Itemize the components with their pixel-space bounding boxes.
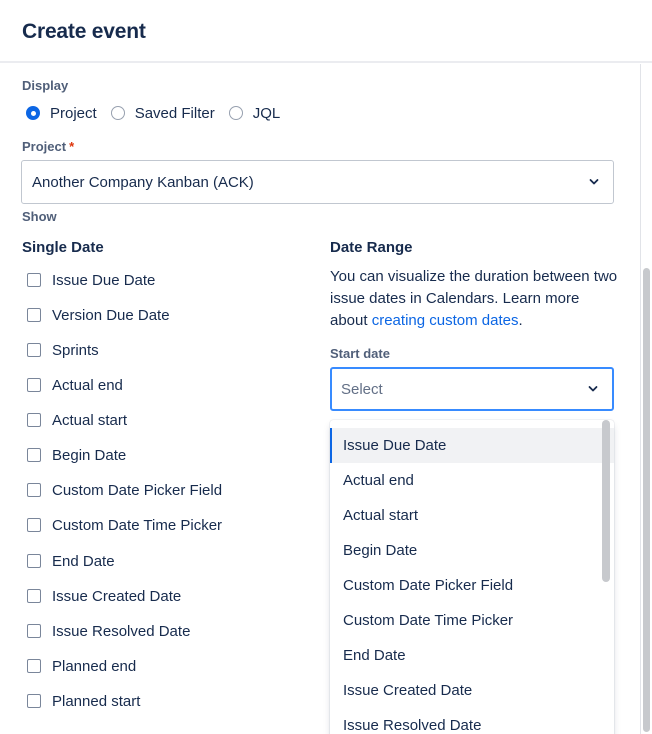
checkbox-label: Issue Due Date xyxy=(52,271,156,289)
checkbox-label: Actual start xyxy=(52,411,128,429)
dropdown-option[interactable]: Actual end xyxy=(330,463,614,498)
single-date-item[interactable]: Custom Date Picker Field xyxy=(27,480,222,500)
single-date-item[interactable]: Planned start xyxy=(27,691,140,711)
checkbox[interactable] xyxy=(27,659,41,673)
radio-saved-filter[interactable] xyxy=(110,106,125,120)
radio-project[interactable] xyxy=(26,106,40,120)
radio-option-jql[interactable]: JQL xyxy=(228,104,281,122)
dropdown-option[interactable]: Begin Date xyxy=(330,533,614,568)
description-period: . xyxy=(518,312,523,329)
checkbox[interactable] xyxy=(27,554,41,568)
dropdown-scrollbar-thumb[interactable] xyxy=(602,420,610,582)
start-date-label: Start date xyxy=(330,346,390,361)
radio-label-project: Project xyxy=(50,104,97,122)
single-date-item[interactable]: Planned end xyxy=(27,656,136,676)
project-select[interactable]: Another Company Kanban (ACK) xyxy=(21,160,614,204)
show-label: Show xyxy=(22,209,57,224)
single-date-item[interactable]: Version Due Date xyxy=(27,305,170,325)
project-label-text: Project xyxy=(22,139,67,154)
single-date-item[interactable]: Actual start xyxy=(27,410,127,430)
dropdown-option[interactable]: Custom Date Picker Field xyxy=(330,568,614,603)
dropdown-option[interactable]: Issue Resolved Date xyxy=(330,708,614,734)
checkbox[interactable] xyxy=(27,624,41,638)
checkbox-label: Planned start xyxy=(52,692,141,710)
dialog-title: Create event xyxy=(22,20,146,43)
radio-label-saved-filter: Saved Filter xyxy=(134,104,215,122)
start-date-dropdown-menu: Issue Due Date Actual end Actual start B… xyxy=(330,420,614,734)
checkbox[interactable] xyxy=(27,378,41,392)
single-date-item[interactable]: Actual end xyxy=(27,375,123,395)
checkbox[interactable] xyxy=(27,273,41,287)
checkbox-label: Sprints xyxy=(52,341,99,359)
radio-label-jql: JQL xyxy=(252,104,281,122)
dropdown-option[interactable]: Issue Created Date xyxy=(330,673,614,708)
single-date-item[interactable]: Begin Date xyxy=(27,445,126,465)
dialog-scrollbar-thumb[interactable] xyxy=(643,268,650,732)
single-date-heading: Single Date xyxy=(22,239,104,256)
checkbox-label: Planned end xyxy=(52,657,137,675)
dropdown-option[interactable]: End Date xyxy=(330,638,614,673)
checkbox[interactable] xyxy=(27,694,41,708)
checkbox-label: Begin Date xyxy=(52,446,127,464)
dropdown-option[interactable]: Actual start xyxy=(330,498,614,533)
checkbox-label: Issue Resolved Date xyxy=(52,622,191,640)
single-date-item[interactable]: Issue Due Date xyxy=(27,270,155,290)
creating-custom-dates-link[interactable]: creating custom dates xyxy=(372,312,519,329)
radio-jql[interactable] xyxy=(228,106,243,120)
display-label: Display xyxy=(22,78,69,93)
checkbox[interactable] xyxy=(27,413,41,427)
checkbox-label: Actual end xyxy=(52,376,123,394)
date-range-description: You can visualize the duration between t… xyxy=(330,266,620,332)
single-date-item[interactable]: Issue Resolved Date xyxy=(27,621,190,641)
single-date-item[interactable]: Sprints xyxy=(27,340,99,360)
dialog-header: Create event xyxy=(0,0,652,63)
chevron-down-icon xyxy=(588,386,598,392)
dialog-body: Display Project Saved Filter JQL Project… xyxy=(0,64,640,734)
date-range-heading: Date Range xyxy=(330,239,413,256)
dropdown-option[interactable]: Issue Due Date xyxy=(330,428,614,463)
required-marker: * xyxy=(69,139,75,154)
checkbox[interactable] xyxy=(27,483,41,497)
checkbox[interactable] xyxy=(27,518,41,532)
dropdown-scrollbar[interactable] xyxy=(602,420,610,734)
dropdown-option-list: Issue Due Date Actual end Actual start B… xyxy=(330,420,614,734)
start-date-placeholder: Select xyxy=(341,380,383,398)
checkbox[interactable] xyxy=(27,343,41,357)
project-label: Project * xyxy=(22,139,74,154)
checkbox-label: Version Due Date xyxy=(52,306,170,324)
checkbox[interactable] xyxy=(27,308,41,322)
dropdown-option[interactable]: Custom Date Time Picker xyxy=(330,603,614,638)
checkbox[interactable] xyxy=(27,448,41,462)
checkbox[interactable] xyxy=(27,589,41,603)
radio-option-project[interactable]: Project xyxy=(26,105,97,122)
single-date-item[interactable]: End Date xyxy=(27,551,115,571)
radio-option-saved-filter[interactable]: Saved Filter xyxy=(110,104,215,122)
single-date-item[interactable]: Custom Date Time Picker xyxy=(27,515,222,535)
start-date-select[interactable]: Select xyxy=(330,367,614,411)
checkbox-label: End Date xyxy=(52,552,115,570)
display-radio-group: Project Saved Filter JQL xyxy=(26,103,294,123)
checkbox-label: Custom Date Picker Field xyxy=(52,481,223,499)
checkbox-label: Custom Date Time Picker xyxy=(52,516,223,534)
dialog-scrollbar[interactable] xyxy=(640,64,652,734)
checkbox-label: Issue Created Date xyxy=(52,587,182,605)
chevron-down-icon xyxy=(589,179,599,185)
project-select-value: Another Company Kanban (ACK) xyxy=(32,173,254,191)
single-date-item[interactable]: Issue Created Date xyxy=(27,586,181,606)
